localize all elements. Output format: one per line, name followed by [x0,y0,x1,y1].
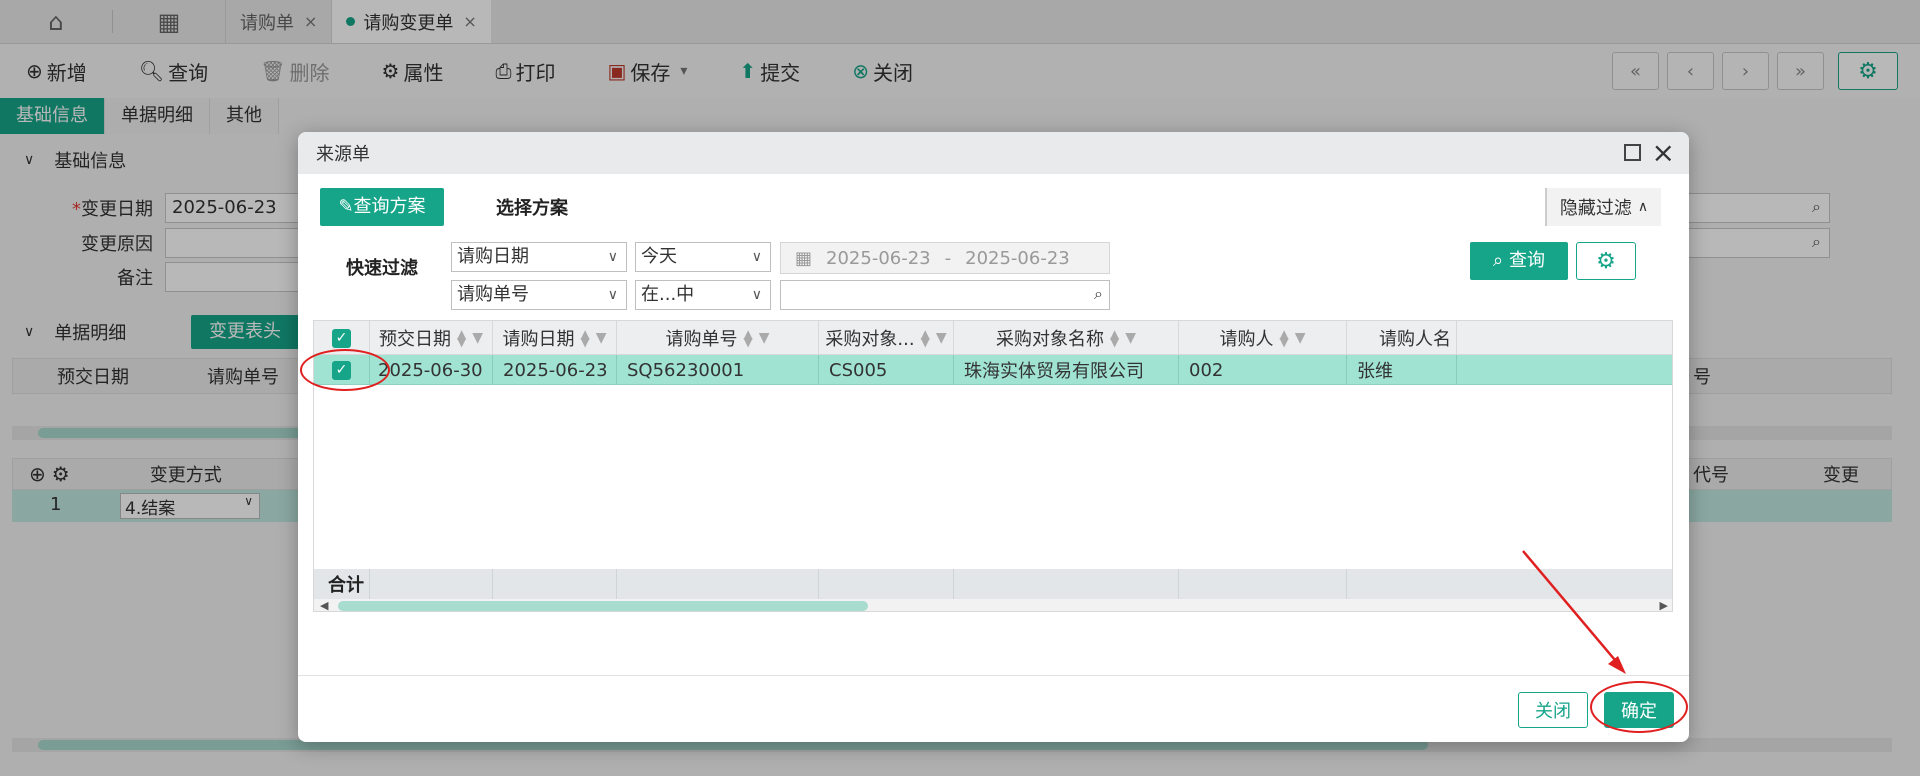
annotation-arrow [1522,550,1626,674]
